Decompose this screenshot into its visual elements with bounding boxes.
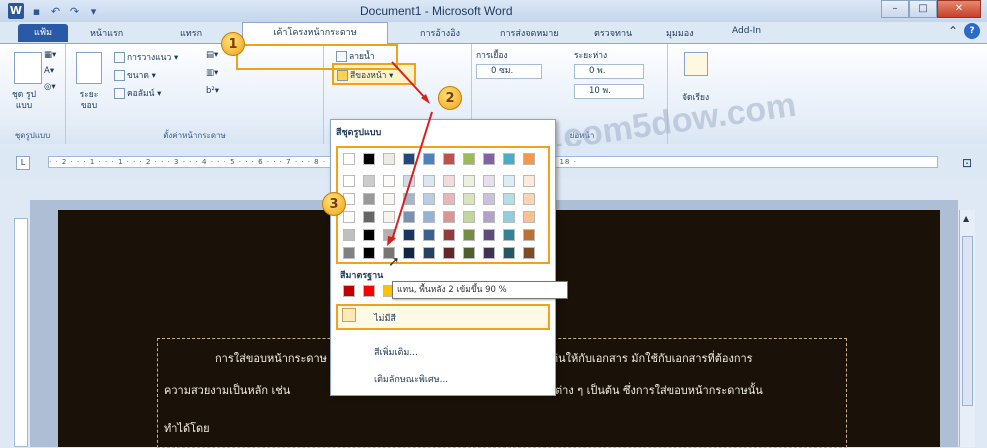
step-3-badge: 3: [322, 192, 346, 216]
step-2-badge: 2: [438, 86, 462, 110]
mouse-cursor-icon: ➚: [388, 254, 400, 270]
annotation-arrows: [236, 44, 433, 246]
step-1-badge: 1: [221, 32, 245, 56]
arrow-2-head: [387, 236, 396, 246]
arrow-1: [391, 61, 428, 101]
arrow-2: [391, 111, 433, 241]
step1-highlight-box: [236, 44, 398, 70]
